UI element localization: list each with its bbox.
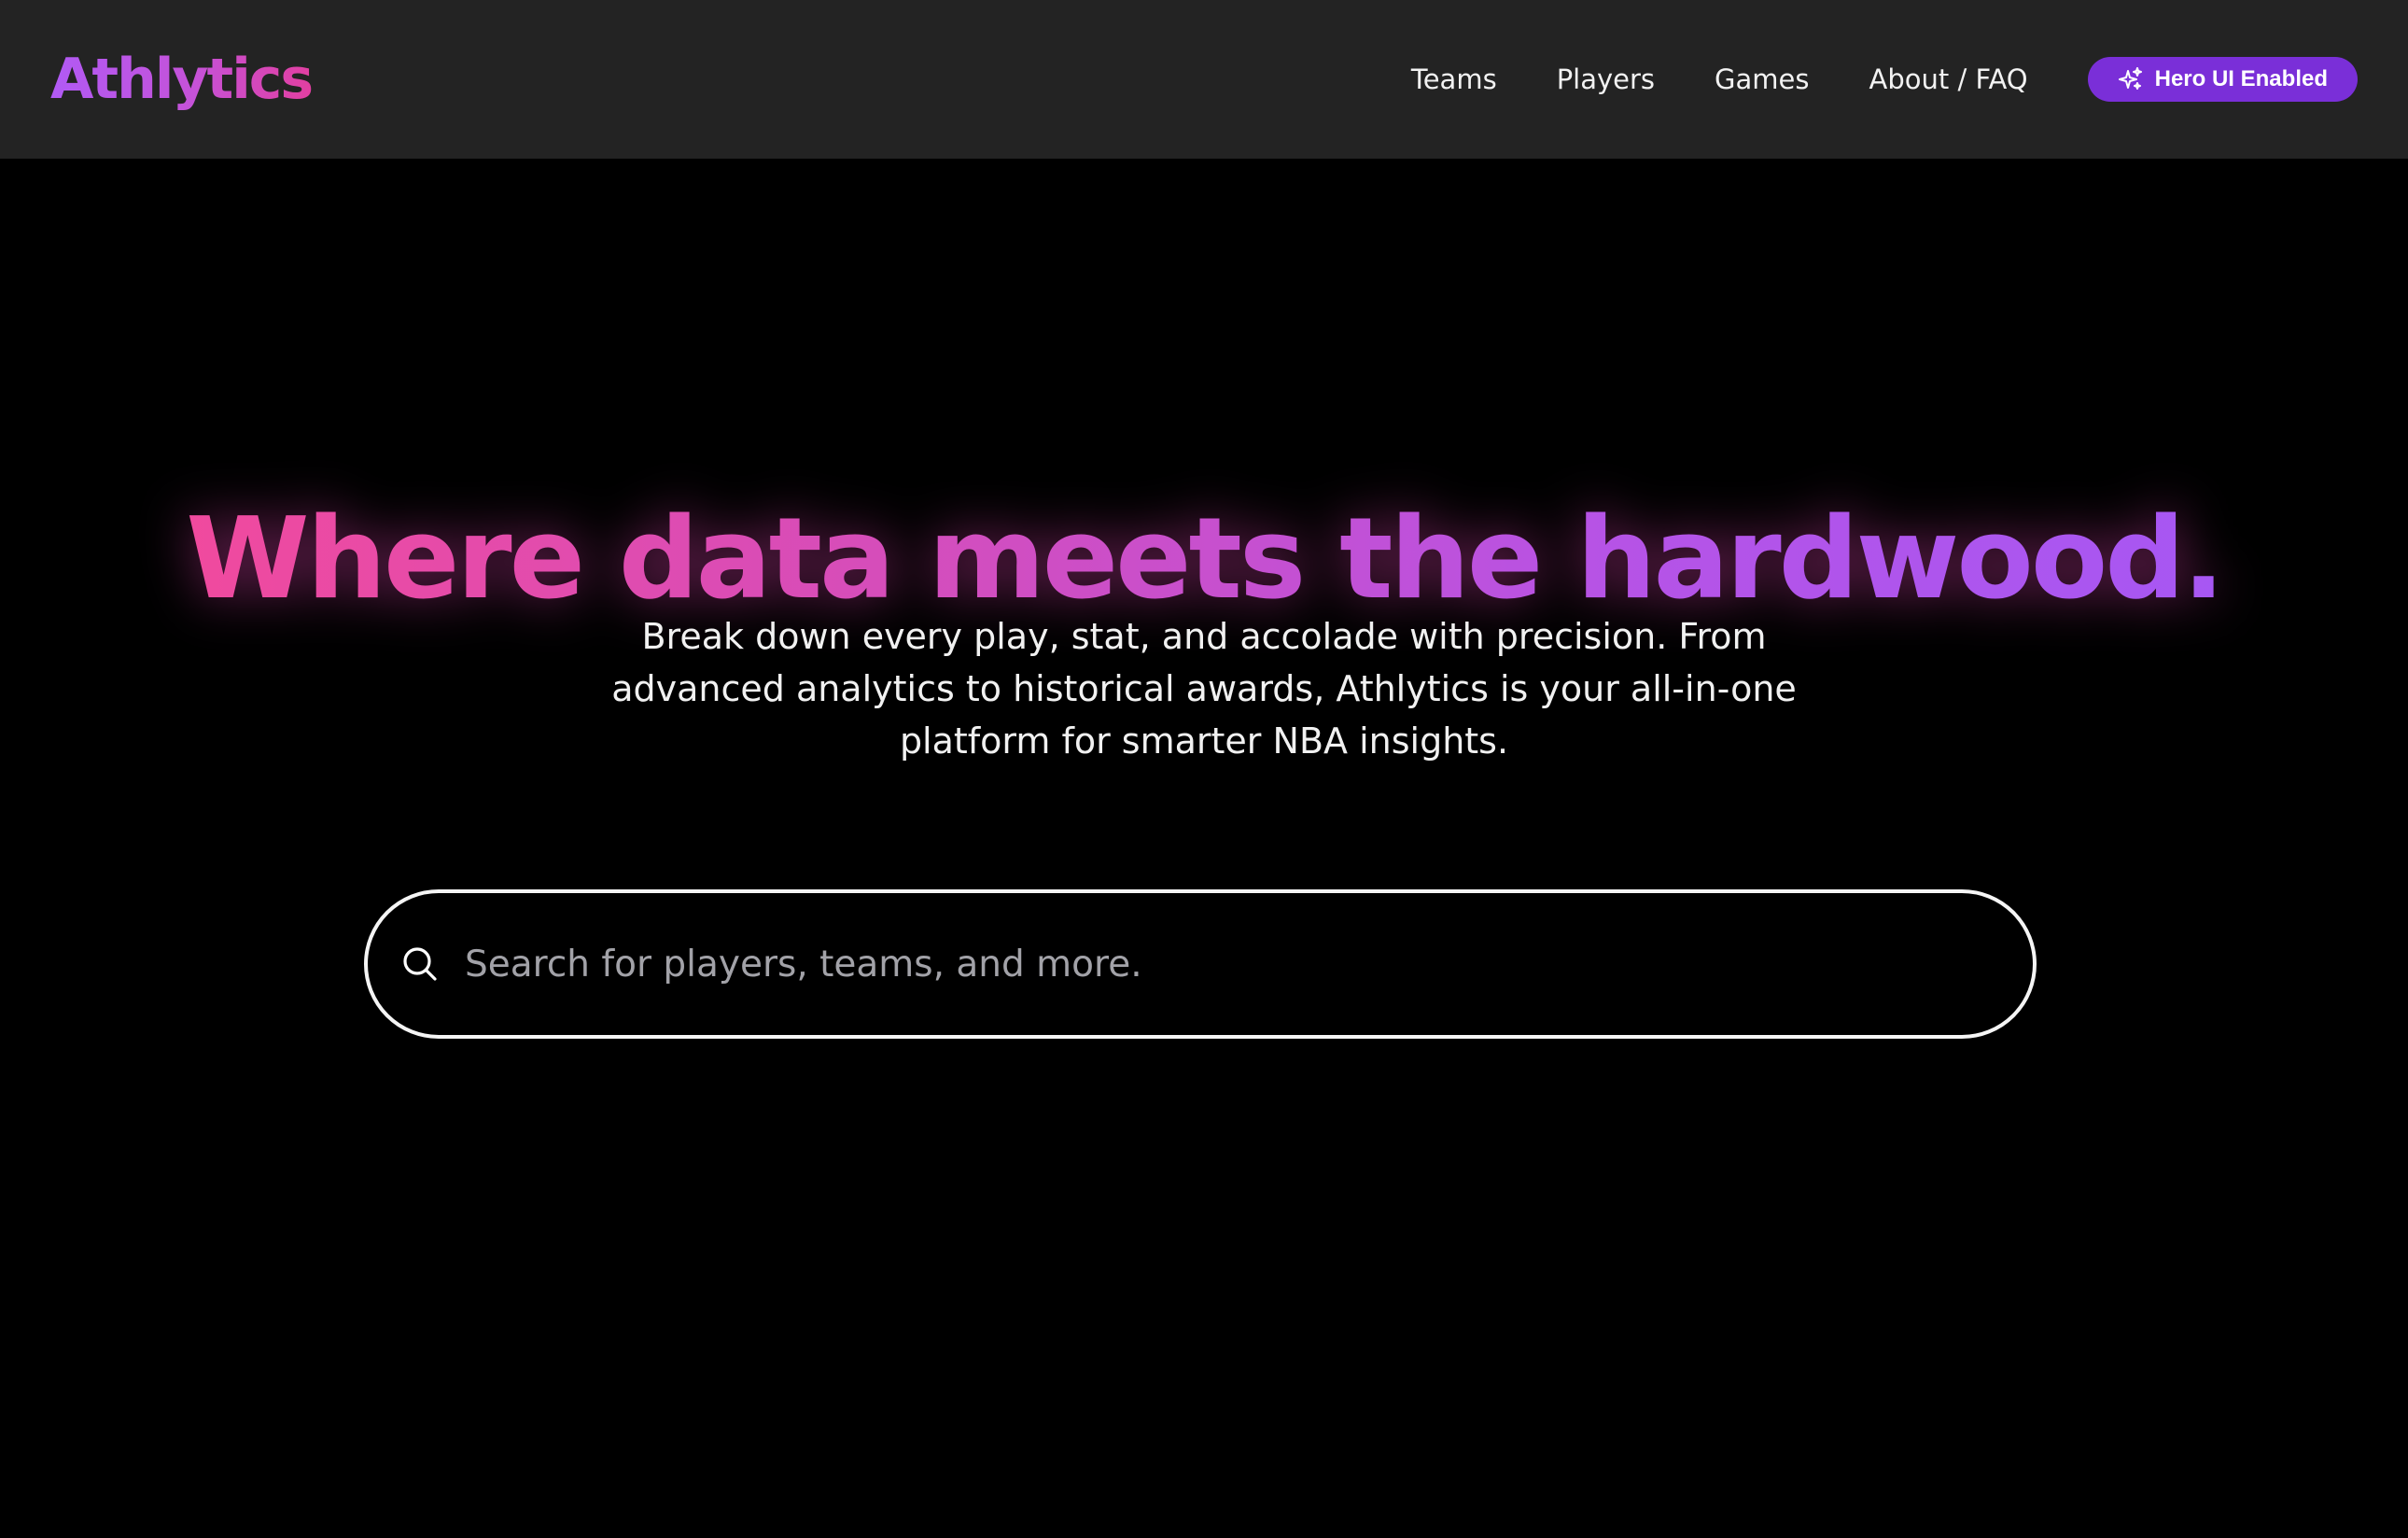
nav-link-about-faq[interactable]: About / FAQ: [1869, 63, 2028, 95]
hero-ui-enabled-label: Hero UI Enabled: [2154, 66, 2328, 91]
nav-link-teams[interactable]: Teams: [1411, 63, 1497, 95]
sparkles-icon: [2118, 66, 2144, 92]
nav-link-games[interactable]: Games: [1715, 63, 1809, 95]
nav-links: Teams Players Games About / FAQ Hero UI …: [1411, 57, 2358, 102]
hero-ui-enabled-button[interactable]: Hero UI Enabled: [2087, 57, 2358, 102]
navbar: Athlytics Teams Players Games About / FA…: [0, 0, 2408, 159]
hero-headline-text: Where data meets the hardwood.: [186, 495, 2225, 624]
logo[interactable]: Athlytics: [50, 47, 314, 112]
search-icon: [399, 944, 441, 985]
search-input[interactable]: [463, 893, 2033, 1035]
hero-subtext: Break down every play, stat, and accolad…: [611, 616, 1797, 762]
nav-link-players[interactable]: Players: [1557, 63, 1655, 95]
search-bar[interactable]: [364, 889, 2037, 1039]
